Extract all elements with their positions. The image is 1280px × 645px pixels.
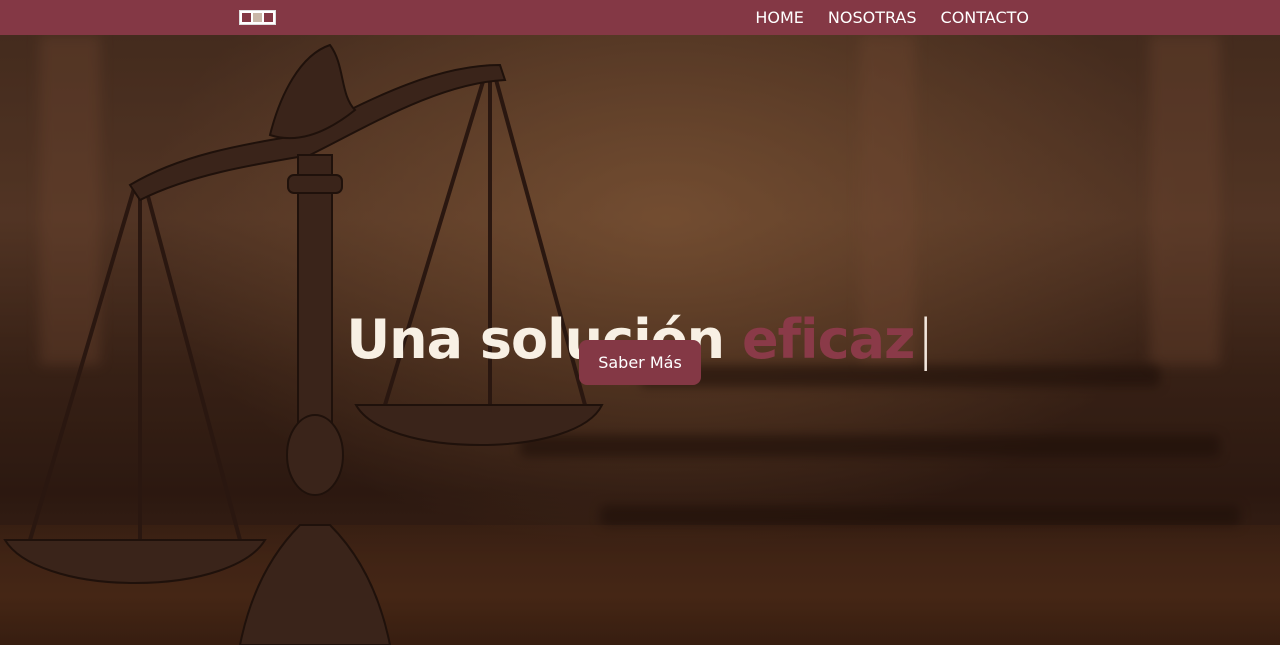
- nav-menu: HOME NOSOTRAS CONTACTO: [755, 0, 1029, 35]
- headline-accent: eficaz: [741, 308, 916, 372]
- firm-logo-icon[interactable]: [239, 10, 276, 25]
- logo-block-right: [264, 13, 273, 22]
- saber-mas-button[interactable]: Saber Más: [579, 340, 701, 385]
- nav-link-home[interactable]: HOME: [755, 8, 804, 27]
- top-navbar: HOME NOSOTRAS CONTACTO: [0, 0, 1280, 35]
- logo-block-mid: [253, 13, 262, 22]
- hero-section: Una solución eficaz| Saber Más: [0, 35, 1280, 645]
- logo-block-left: [242, 13, 251, 22]
- typing-cursor: |: [916, 308, 934, 372]
- nav-link-contacto[interactable]: CONTACTO: [941, 8, 1029, 27]
- nav-link-nosotras[interactable]: NOSOTRAS: [828, 8, 917, 27]
